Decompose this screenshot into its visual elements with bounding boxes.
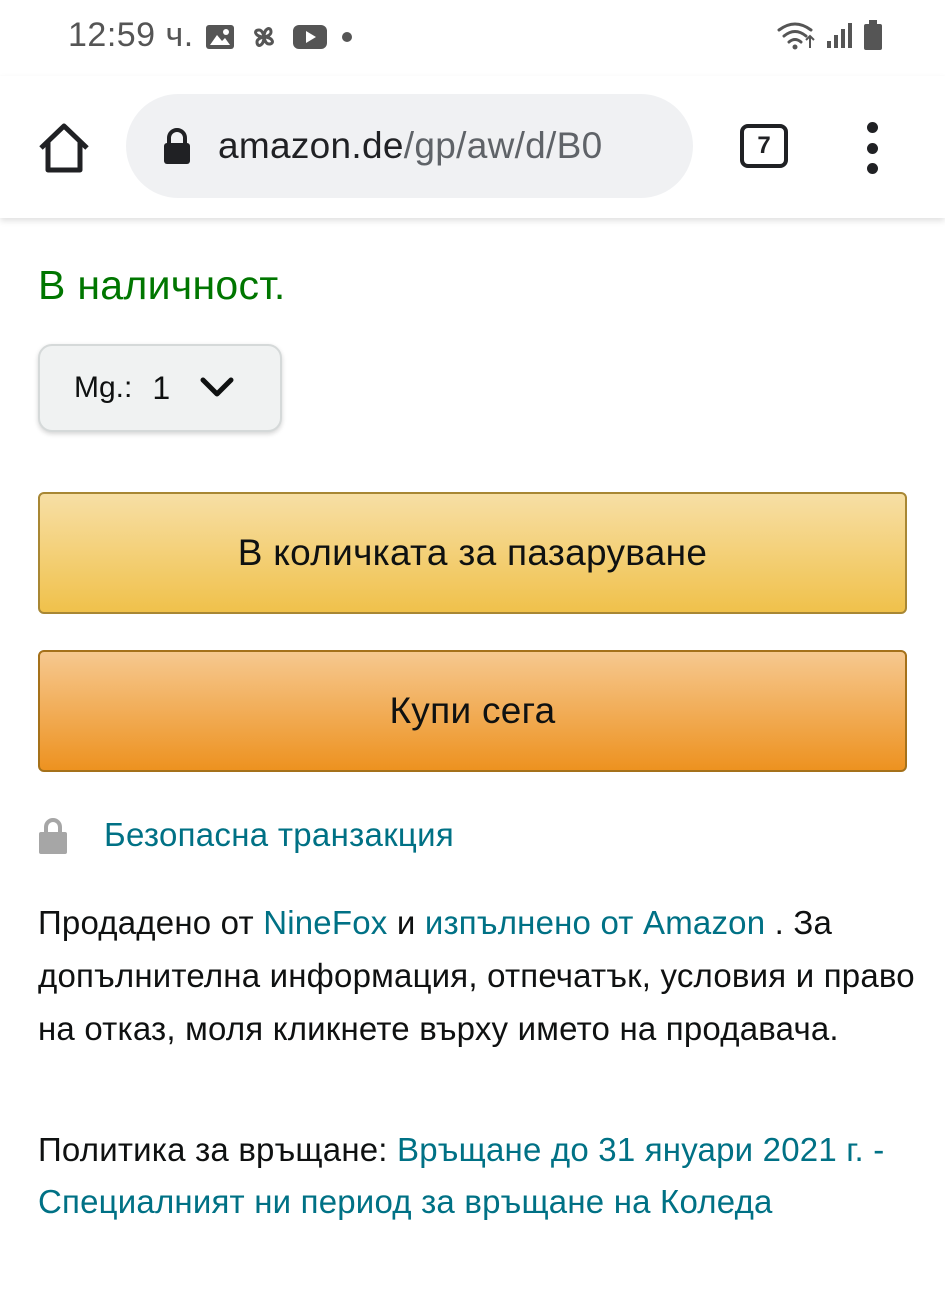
- status-bar: 12:59 ч.: [0, 0, 945, 76]
- secure-transaction[interactable]: Безопасна транзакция: [38, 812, 454, 858]
- fulfilled-by-amazon-link[interactable]: изпълнено от Amazon: [425, 904, 765, 941]
- url-text: amazon.de/gp/aw/d/B0: [218, 125, 603, 167]
- sold-by-text: Продадено от NineFox и изпълнено от Amaz…: [38, 896, 918, 1055]
- signal-icon: [827, 23, 852, 48]
- lock-icon: [164, 128, 190, 164]
- tab-switcher-button[interactable]: 7: [740, 124, 788, 168]
- home-button[interactable]: [36, 122, 92, 174]
- return-policy-label: Политика за връщане:: [38, 1131, 398, 1168]
- notification-icons: [205, 22, 353, 52]
- url-path: /gp/aw/d/B0: [403, 125, 603, 166]
- product-buy-box: В наличност. Mg.: 1 В количката за пазар…: [0, 218, 945, 1290]
- address-bar[interactable]: amazon.de/gp/aw/d/B0: [126, 94, 693, 198]
- add-to-cart-button[interactable]: В количката за пазаруване: [38, 492, 907, 614]
- return-policy: Политика за връщане: Връщане до 31 януар…: [38, 1124, 918, 1228]
- home-icon: [39, 123, 89, 173]
- dot-icon: [342, 32, 352, 42]
- quantity-dropdown[interactable]: Mg.: 1: [38, 344, 282, 432]
- seller-name-link[interactable]: NineFox: [263, 904, 387, 941]
- quantity-value: 1: [152, 369, 171, 406]
- lock-icon: [39, 818, 67, 854]
- system-icons: [775, 18, 883, 52]
- status-time: 12:59 ч.: [68, 16, 194, 54]
- image-icon: [206, 25, 234, 49]
- sold-by-prefix: Продадено от: [38, 904, 264, 941]
- sold-by-and: и: [387, 904, 425, 941]
- menu-dot: [866, 142, 878, 154]
- chevron-down-icon: [200, 377, 234, 397]
- menu-dot: [866, 163, 878, 174]
- browser-toolbar: amazon.de/gp/aw/d/B0 7: [0, 76, 945, 218]
- youtube-icon: [293, 25, 327, 49]
- battery-icon: [864, 20, 882, 50]
- availability-text: В наличност.: [38, 262, 286, 308]
- menu-dot: [866, 122, 878, 133]
- buy-now-button[interactable]: Купи сега: [38, 650, 907, 772]
- wifi-icon: [777, 22, 815, 50]
- pinwheel-icon: [254, 27, 274, 47]
- url-host: amazon.de: [218, 125, 404, 166]
- more-options-button[interactable]: [860, 122, 884, 174]
- secure-transaction-link[interactable]: Безопасна транзакция: [104, 816, 454, 854]
- quantity-label: Mg.:: [74, 371, 133, 404]
